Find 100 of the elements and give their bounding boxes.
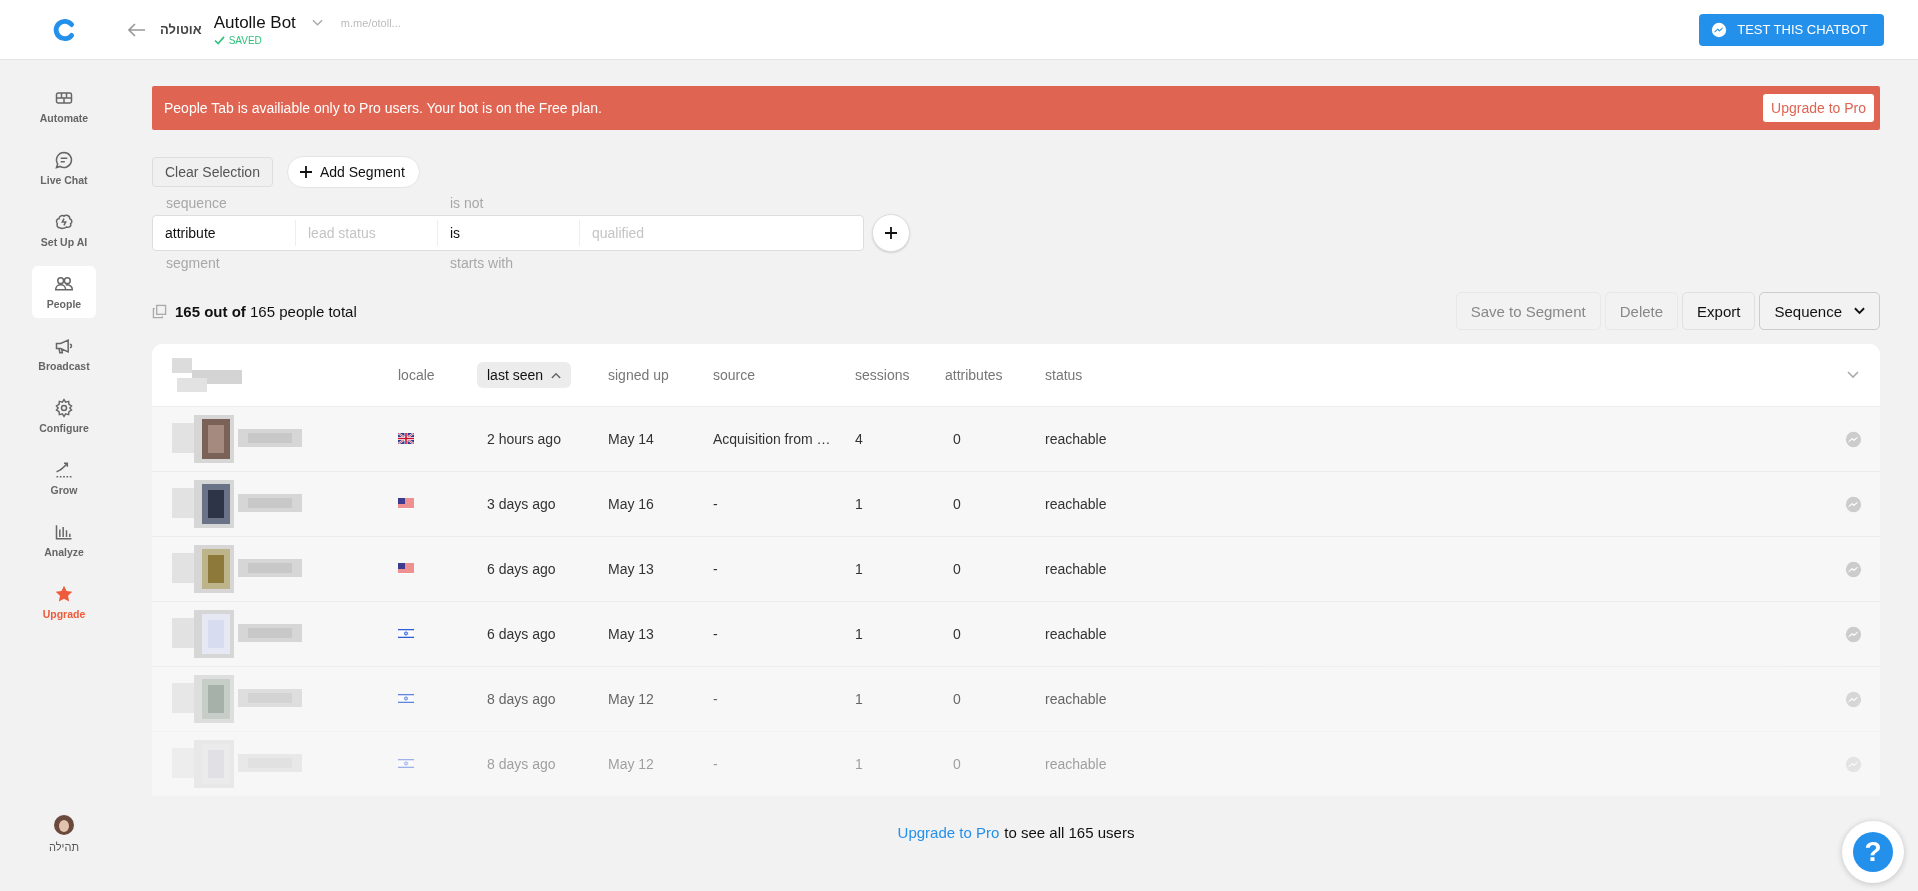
table-cell: May 14 — [608, 431, 654, 447]
flag-icon — [398, 563, 414, 574]
table-cell: 3 days ago — [487, 496, 556, 512]
user-name: תהילה — [49, 841, 79, 853]
upgrade-button[interactable]: Upgrade to Pro — [1763, 94, 1874, 122]
table-cell: May 12 — [608, 691, 654, 707]
column-header[interactable]: status — [1045, 367, 1083, 383]
megaphone-icon — [54, 336, 74, 356]
test-chatbot-button[interactable]: TEST THIS CHATBOT — [1699, 13, 1884, 46]
sidebar-item[interactable]: Upgrade — [32, 576, 96, 628]
column-header[interactable]: last seen — [477, 362, 572, 388]
sidebar-item[interactable]: Broadcast — [32, 328, 96, 380]
upgrade-link[interactable]: Upgrade to Pro — [897, 824, 1000, 841]
table-cell: 0 — [953, 691, 961, 707]
table-cell: reachable — [1045, 756, 1107, 772]
filter-field[interactable]: attribute — [153, 220, 295, 246]
help-button[interactable]: ? — [1842, 821, 1904, 883]
chevron-down-icon[interactable] — [1847, 371, 1859, 379]
table-cell: 6 days ago — [487, 561, 556, 577]
sort-up-icon — [551, 371, 562, 379]
flag-icon — [398, 498, 414, 509]
add-segment-button[interactable]: Add Segment — [286, 156, 420, 188]
table-cell: 8 days ago — [487, 691, 556, 707]
table-cell: - — [713, 496, 718, 512]
sidebar-item[interactable]: Automate — [32, 80, 96, 132]
messenger-icon[interactable] — [1844, 690, 1862, 708]
sidebar-item[interactable]: Grow — [32, 452, 96, 504]
column-header[interactable]: sessions — [855, 367, 910, 383]
chat-bubble-icon — [54, 150, 74, 170]
plus-icon — [299, 166, 312, 178]
table-cell: - — [713, 756, 718, 772]
user-avatar[interactable] — [54, 815, 74, 835]
table-cell: 8 days ago — [487, 756, 556, 772]
footer-text: to see all 165 users — [1004, 824, 1135, 841]
table-cell: reachable — [1045, 561, 1107, 577]
table-cell: 0 — [953, 561, 961, 577]
column-header[interactable]: signed up — [608, 367, 669, 383]
check-icon — [213, 36, 225, 45]
table-cell: 6 days ago — [487, 626, 556, 642]
messenger-icon[interactable] — [1844, 495, 1862, 513]
sidebar-item[interactable]: Analyze — [32, 514, 96, 566]
bar-chart-icon — [54, 522, 74, 542]
table-cell: reachable — [1045, 626, 1107, 642]
people-icon — [54, 274, 74, 294]
table-cell: 0 — [953, 626, 961, 642]
table-cell: reachable — [1045, 691, 1107, 707]
trend-arrow-icon — [54, 460, 74, 480]
table-cell: 4 — [855, 431, 863, 447]
table-cell: May 13 — [608, 626, 654, 642]
chevron-down-icon — [1854, 307, 1865, 315]
chevron-down-icon[interactable] — [311, 19, 323, 27]
action-button[interactable]: Export — [1682, 292, 1756, 330]
filter-field[interactable]: is — [437, 220, 579, 246]
table-cell: 1 — [855, 626, 863, 642]
table-cell: May 12 — [608, 756, 654, 772]
table-cell: reachable — [1045, 431, 1107, 447]
flag-icon — [398, 758, 414, 769]
bot-logo: אוטולה — [160, 22, 202, 37]
back-arrow-icon[interactable] — [128, 22, 146, 37]
table-cell: 1 — [855, 561, 863, 577]
messenger-icon[interactable] — [1844, 560, 1862, 578]
bot-name[interactable]: Autolle Bot — [213, 13, 296, 33]
add-filter-button[interactable] — [872, 214, 910, 252]
table-cell: 1 — [855, 691, 863, 707]
table-cell: 0 — [953, 756, 961, 772]
table-cell: - — [713, 626, 718, 642]
messenger-icon — [1711, 21, 1728, 38]
filter-field[interactable]: qualified — [579, 220, 721, 246]
messenger-icon[interactable] — [1844, 625, 1862, 643]
filter-field[interactable]: lead status — [295, 220, 437, 246]
people-count: 165 out of 165 people total — [175, 302, 357, 320]
sequence-dropdown[interactable]: Sequence — [1759, 292, 1880, 330]
star-icon — [54, 584, 74, 604]
table-cell: 1 — [855, 496, 863, 512]
plus-icon — [885, 227, 897, 239]
table-cell: May 13 — [608, 561, 654, 577]
table-cell: - — [713, 691, 718, 707]
table-cell: 2 hours ago — [487, 431, 561, 447]
column-header[interactable]: attributes — [945, 367, 1003, 383]
table-cell: 0 — [953, 431, 961, 447]
table-cell: Acquisition from … — [713, 431, 831, 447]
column-header[interactable]: source — [713, 367, 756, 383]
clear-selection-button[interactable]: Clear Selection — [152, 157, 273, 187]
table-cell: May 16 — [608, 496, 654, 512]
save-status: SAVED — [228, 35, 262, 46]
flag-icon — [398, 693, 414, 704]
table-cell: 0 — [953, 496, 961, 512]
sidebar-item[interactable]: Live Chat — [32, 142, 96, 194]
sidebar-item[interactable]: Set Up AI — [32, 204, 96, 256]
messenger-icon[interactable] — [1844, 430, 1862, 448]
table-cell: - — [713, 561, 718, 577]
table-cell: reachable — [1045, 496, 1107, 512]
sidebar-item[interactable]: People — [32, 266, 96, 318]
sidebar-item[interactable]: Configure — [32, 390, 96, 442]
banner-message: People Tab is availiable only to Pro users. Your bot is on the Free plan. — [164, 100, 602, 116]
app-logo[interactable] — [51, 16, 77, 43]
table-cell: 1 — [855, 756, 863, 772]
flag-icon — [398, 628, 414, 639]
column-header[interactable]: locale — [398, 367, 435, 383]
copy-icon[interactable] — [152, 303, 167, 319]
